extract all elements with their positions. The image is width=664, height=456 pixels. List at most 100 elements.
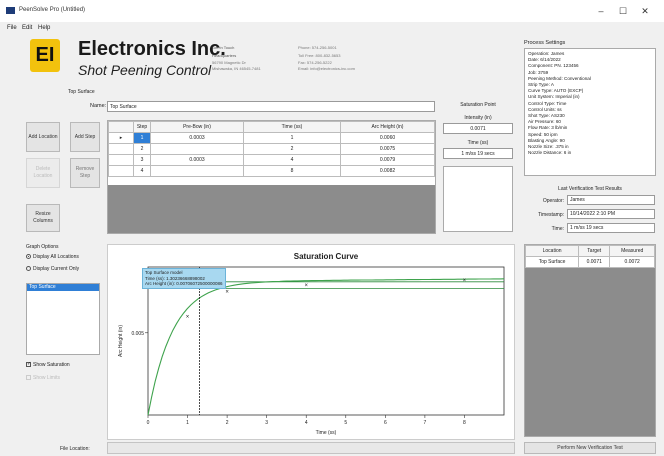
cell-prebow[interactable] [150, 143, 244, 155]
cell-step[interactable]: 1 [133, 132, 151, 144]
add-step-button[interactable]: Add Step [70, 122, 100, 152]
x-tick-label: 6 [384, 420, 387, 426]
table-row[interactable]: 4 8 0.0082 [108, 165, 435, 177]
cell-time[interactable]: 4 [243, 154, 341, 166]
file-location-label: File Location: [60, 446, 90, 452]
process-settings-box: Operation: James Date: 6/14/2022 Compone… [524, 48, 656, 176]
address-line-2: Mishawaka, IN 46545-7481 [212, 66, 261, 71]
setting-line: Nozzle Distance: 6 in [528, 150, 572, 156]
show-saturation-option[interactable]: ✓ Show Saturation [26, 362, 70, 368]
step-table-container: Step Pre-Bow (in) Time (ss) Arc Height (… [107, 120, 436, 234]
cell-prebow[interactable]: 0.0003 [150, 154, 244, 166]
curve-label: Top Surface [68, 89, 95, 95]
cell-arc-height[interactable]: 0.0079 [340, 154, 435, 166]
title-bar [0, 0, 664, 22]
x-tick-label: 7 [423, 420, 426, 426]
table-row[interactable]: 2 2 0.0075 [108, 143, 435, 155]
column-header-arc-height: Arc Height (in) [340, 121, 435, 133]
results-cell-measured: 0.0072 [609, 256, 655, 268]
column-header-time: Time (ss) [243, 121, 341, 133]
name-label: Name: [90, 103, 107, 109]
perform-verification-button[interactable]: Perform New Verification Test [524, 442, 656, 454]
add-location-button[interactable]: Add Location [26, 122, 60, 152]
close-button[interactable]: ✕ [634, 4, 656, 18]
cell-prebow[interactable]: 0.0003 [150, 132, 244, 144]
row-marker [108, 154, 134, 166]
option-display-all[interactable]: Display All Locations [26, 254, 79, 260]
step-table: Step Pre-Bow (in) Time (ss) Arc Height (… [108, 121, 435, 177]
resize-columns-button[interactable]: Resize Columns [26, 204, 60, 232]
option-display-current-label: Display Current Only [33, 266, 80, 272]
list-item[interactable]: Top Surface [27, 284, 99, 291]
option-display-current[interactable]: Display Current Only [26, 266, 79, 272]
x-tick-label: 1 [186, 420, 189, 426]
plot-area [147, 266, 505, 416]
tollfree-text: Toll Free: 800-832-5653 [298, 53, 341, 58]
data-point: × [304, 283, 308, 289]
remove-step-button[interactable]: Remove Step [70, 158, 100, 188]
table-row[interactable]: 3 0.0003 4 0.0079 [108, 154, 435, 166]
menu-file[interactable]: File [7, 25, 17, 31]
timestamp-label: Timestamp: [538, 212, 564, 218]
option-display-all-label: Display All Locations [33, 254, 79, 260]
time-label: Time (ss) [467, 140, 489, 146]
x-tick-label: 0 [147, 420, 150, 426]
table-row[interactable]: Top Surface 0.0071 0.0072 [524, 256, 655, 268]
x-tick-label: 2 [226, 420, 229, 426]
operator-label: Operator: [542, 198, 564, 204]
cell-prebow[interactable] [150, 165, 244, 177]
address-line-1: 56790 Magnetic Dr [212, 60, 246, 65]
verification-time-label: Time: [551, 226, 564, 232]
cell-time[interactable]: 8 [243, 165, 341, 177]
column-header-step: Step [133, 121, 151, 133]
show-limits-checkbox[interactable] [26, 375, 31, 381]
email-text: Email: info@electronics-inc.com [298, 66, 355, 71]
time-field: 1 m/ss 19 secs [443, 148, 513, 159]
results-header-target: Target [578, 245, 611, 257]
show-limits-option[interactable]: Show Limits [26, 375, 60, 381]
graph-options-title: Graph Options [26, 244, 59, 250]
location-list[interactable]: Top Surface [26, 283, 100, 355]
menu-edit[interactable]: Edit [22, 25, 32, 31]
x-tick-label: 4 [305, 420, 308, 426]
contact-heading: Get in Touch [212, 45, 235, 50]
table-row[interactable]: ▸ 1 0.0003 1 0.0060 [108, 132, 435, 144]
cell-step[interactable]: 2 [133, 143, 151, 155]
verification-time-field: 1 m/ss 19 secs [567, 223, 655, 233]
name-field[interactable]: Top Surface [107, 101, 435, 112]
cell-step[interactable]: 3 [133, 154, 151, 166]
cell-arc-height[interactable]: 0.0082 [340, 165, 435, 177]
intensity-label: Intensity (in) [464, 115, 492, 121]
minimize-button[interactable]: – [590, 4, 612, 18]
logo-text: EI [35, 44, 55, 66]
timestamp-field: 10/14/2022 2:10 PM [567, 209, 655, 219]
radio-display-current[interactable] [26, 266, 31, 272]
maximize-button[interactable]: ☐ [612, 4, 634, 18]
row-marker: ▸ [108, 132, 134, 144]
menu-help[interactable]: Help [38, 25, 50, 31]
saturation-title: Saturation Point [460, 102, 496, 108]
x-tick-label: 5 [344, 420, 347, 426]
show-saturation-checkbox[interactable]: ✓ [26, 362, 31, 368]
y-tick-label: 0.005 [131, 331, 144, 337]
address-heading: Headquarters [212, 53, 237, 58]
x-tick-label: 8 [463, 420, 466, 426]
results-cell-target: 0.0071 [578, 256, 611, 268]
fax-text: Fax: 574-256-5222 [298, 60, 332, 65]
cell-arc-height[interactable]: 0.0060 [340, 132, 435, 144]
cell-time[interactable]: 1 [243, 132, 341, 144]
data-point: × [186, 314, 190, 320]
chart-tooltip: Top Surface model Time (ss): 1.302366688… [142, 268, 226, 289]
file-location-field [107, 442, 515, 454]
cell-step[interactable]: 4 [133, 165, 151, 177]
process-settings-title: Process Settings [524, 40, 566, 46]
x-tick-label: 3 [265, 420, 268, 426]
company-name: Electronics Inc. [78, 38, 226, 60]
radio-display-all[interactable] [26, 254, 31, 260]
delete-location-button[interactable]: Delete Location [26, 158, 60, 188]
cell-time[interactable]: 2 [243, 143, 341, 155]
table-empty-area [108, 185, 435, 233]
row-marker [108, 165, 134, 177]
chart-title: Saturation Curve [294, 252, 359, 261]
cell-arc-height[interactable]: 0.0075 [340, 143, 435, 155]
